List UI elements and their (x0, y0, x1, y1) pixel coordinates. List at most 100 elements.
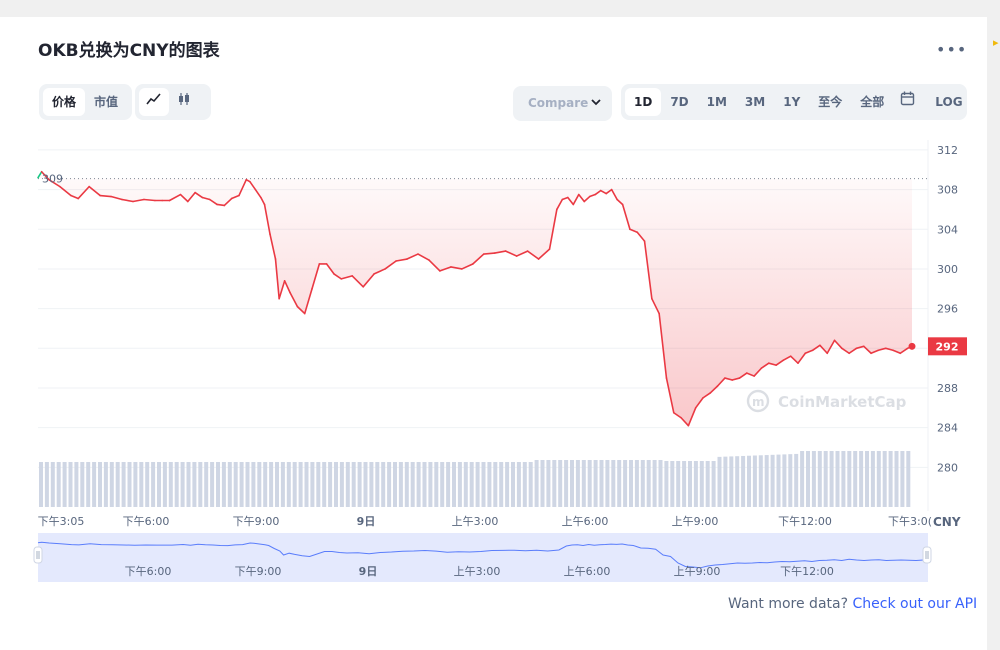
volume-bar (552, 460, 557, 507)
navigator-tick-label: 下午6:00 (125, 565, 172, 578)
volume-bar (263, 462, 268, 507)
volume-bar (806, 451, 810, 507)
volume-bar (410, 462, 415, 507)
volume-bar (794, 453, 799, 507)
volume-bar (339, 462, 344, 507)
volume-bar (434, 462, 439, 507)
volume-bar (168, 462, 173, 507)
volume-bar (192, 462, 197, 507)
volume-bar (581, 460, 586, 507)
volume-bar (381, 462, 386, 507)
y-tick-label: 304 (937, 223, 958, 236)
volume-bar (39, 462, 43, 507)
volume-bar (570, 460, 574, 507)
volume-bar (139, 462, 144, 507)
volume-bar (776, 454, 781, 507)
volume-bar (646, 460, 651, 507)
volume-bar (693, 461, 698, 507)
volume-bar (286, 462, 291, 507)
volume-bar (92, 462, 97, 507)
volume-bar (664, 461, 669, 507)
volume-bar (204, 462, 209, 507)
volume-bar (617, 460, 622, 507)
volume-bar (422, 462, 427, 507)
volume-bar (393, 462, 397, 507)
y-tick-label: 300 (937, 263, 958, 276)
navigator-tick-label: 9日 (359, 565, 378, 578)
price-chart[interactable]: 312 308 304 300 296 292 288 284 280 下午3:05 下午6:00… (0, 0, 1000, 650)
volume-bar (180, 462, 185, 507)
volume-bar (251, 462, 256, 507)
volume-bar (859, 451, 864, 507)
price-line-segment (482, 252, 496, 255)
volume-bar (741, 455, 746, 507)
navigator-tick-label: 下午12:00 (780, 565, 834, 578)
navigator-tick-label: 上午9:00 (674, 565, 721, 578)
volume-bar (387, 462, 392, 507)
volume-bar (865, 451, 869, 507)
volume-bar (540, 460, 545, 507)
volume-bar (404, 462, 409, 507)
volume-bar (499, 462, 504, 507)
volume-bar (298, 462, 303, 507)
x-tick-label: 下午3:0( (888, 515, 932, 528)
volume-bar (239, 462, 244, 507)
volume-bar (121, 462, 126, 507)
navigator-handle-left[interactable] (33, 546, 43, 564)
volume-bar (162, 462, 167, 507)
volume-bar (841, 451, 846, 507)
volume-bar (292, 462, 297, 507)
volume-bar (452, 462, 456, 507)
volume-bar (788, 454, 793, 507)
volume-bar (735, 456, 740, 507)
navigator-tick-label: 上午3:00 (454, 565, 501, 578)
volume-bar (587, 460, 592, 507)
volume-bar (245, 462, 250, 507)
volume-bar (835, 451, 840, 507)
volume-bar (233, 462, 238, 507)
price-line-segment (143, 198, 156, 202)
volume-bar (44, 462, 49, 507)
volume-bar (629, 460, 633, 507)
volume-bar (304, 462, 309, 507)
volume-bar (682, 461, 687, 507)
watermark-text: CoinMarketCap (778, 393, 907, 411)
volume-bar (145, 462, 150, 507)
api-link[interactable]: Check out our API (852, 596, 977, 612)
y-tick-label: 296 (937, 303, 958, 316)
volume-bar (103, 462, 108, 507)
volume-bar (174, 462, 179, 507)
price-line-segment (216, 203, 226, 207)
x-tick-label: 下午6:00 (123, 515, 170, 528)
volume-bar (782, 454, 787, 507)
y-tick-label: 312 (937, 144, 958, 157)
volume-bar (575, 460, 580, 507)
volume-bar (528, 462, 533, 507)
volume-bar (611, 460, 616, 507)
svg-text:m: m (752, 395, 765, 409)
volume-bar (351, 462, 356, 507)
navigator-handle-right[interactable] (922, 546, 932, 564)
volume-bar (870, 451, 875, 507)
last-price-label: 292 (936, 340, 959, 353)
volume-bar (534, 460, 539, 507)
volume-bar (363, 462, 368, 507)
volume-bar (115, 462, 120, 507)
x-tick-label: 上午6:00 (562, 515, 609, 528)
volume-bar (210, 462, 215, 507)
volume-bar (369, 462, 374, 507)
volume-bar (900, 451, 905, 507)
volume-bar (221, 462, 226, 507)
volume-bar (322, 462, 327, 507)
volume-bar (558, 460, 563, 507)
watermark: m CoinMarketCap (746, 389, 907, 413)
volume-bar (334, 462, 338, 507)
volume-bar (882, 451, 887, 507)
volume-bar (670, 461, 675, 507)
volume-bar (151, 462, 156, 507)
volume-bar (894, 451, 899, 507)
volume-bar (705, 461, 710, 507)
volume-bar (688, 461, 692, 507)
volume-bar (328, 462, 333, 507)
volume-bar (817, 451, 822, 507)
